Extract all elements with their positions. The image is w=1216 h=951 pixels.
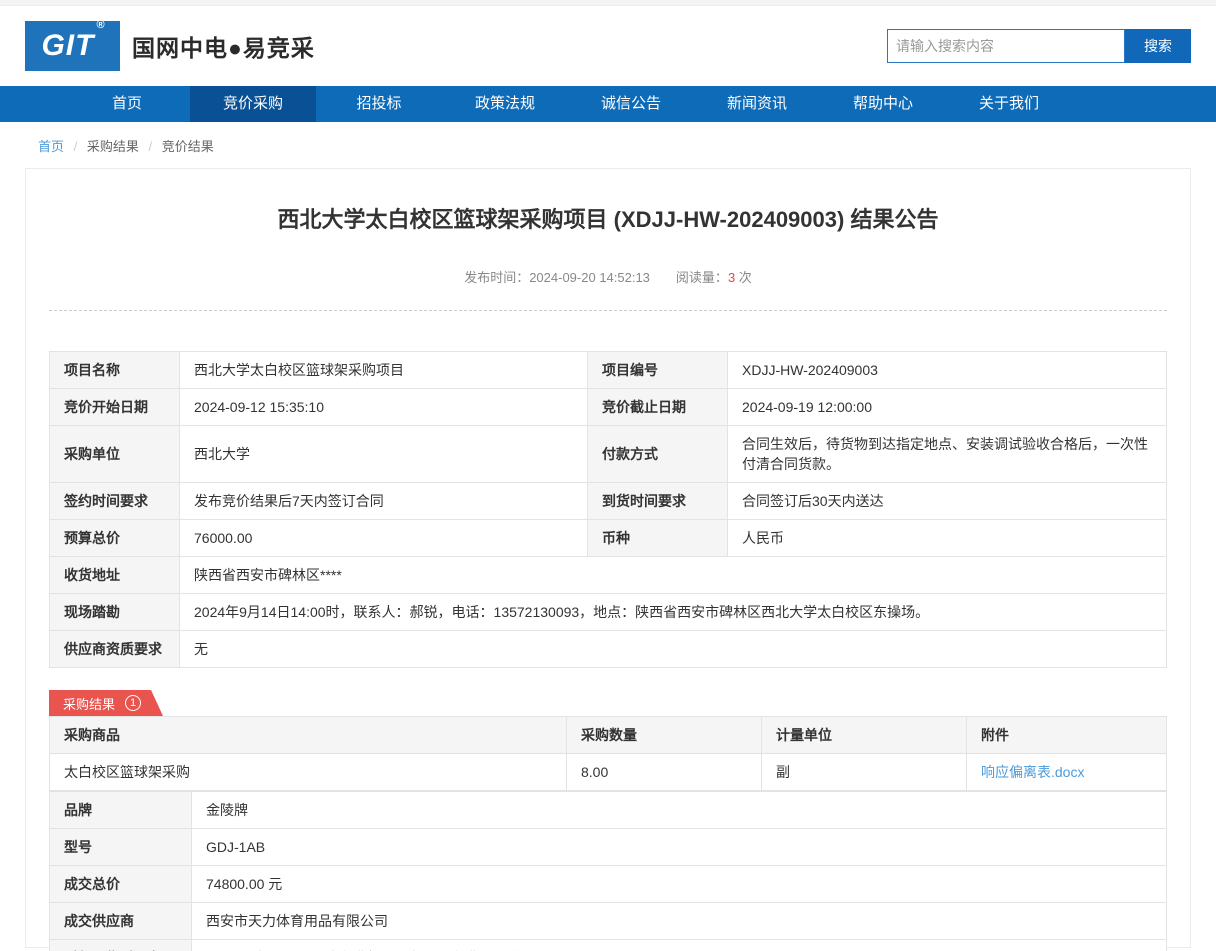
views-label: 阅读量： <box>676 270 728 285</box>
publish-meta: 发布时间：2024-09-20 14:52:13 阅读量：3 次 <box>49 267 1167 286</box>
page-title: 西北大学太白校区篮球架采购项目 (XDJJ-HW-202409003) 结果公告 <box>49 205 1167 235</box>
publish-time-value: 2024-09-20 14:52:13 <box>529 270 650 285</box>
field-label: 竞价截止日期 <box>588 389 728 426</box>
field-label: 供应商资质要求 <box>50 631 180 668</box>
field-value: 2024-09-19 12:00:00 <box>728 389 1167 426</box>
search-button[interactable]: 搜索 <box>1125 29 1191 63</box>
main-nav: 首页 竞价采购 招投标 政策法规 诚信公告 新闻资讯 帮助中心 关于我们 <box>0 86 1216 122</box>
search-input[interactable] <box>887 29 1125 63</box>
nav-item-policies[interactable]: 政策法规 <box>442 86 568 122</box>
field-label: 型号 <box>50 829 192 866</box>
table-row: 收货地址 陕西省西安市碑林区**** <box>50 557 1167 594</box>
goods-name: 太白校区篮球架采购 <box>50 754 567 791</box>
field-value: XDJJ-HW-202409003 <box>728 352 1167 389</box>
breadcrumb: 首页 / 采购结果 / 竞价结果 <box>25 136 1191 155</box>
nav-item-home[interactable]: 首页 <box>64 86 190 122</box>
budget-total-value: 76000.00 <box>180 520 588 557</box>
project-info-table: 项目名称 西北大学太白校区篮球架采购项目 项目编号 XDJJ-HW-202409… <box>49 351 1167 668</box>
field-label: 签约时间要求 <box>50 483 180 520</box>
result-detail-table: 品牌 金陵牌 型号 GDJ-1AB 成交总价 74800.00 元 成交供应商 … <box>49 791 1167 951</box>
announcement-header: 西北大学太白校区篮球架采购项目 (XDJJ-HW-202409003) 结果公告… <box>49 169 1167 311</box>
nav-item-tenders[interactable]: 招投标 <box>316 86 442 122</box>
field-value: 合同签订后30天内送达 <box>728 483 1167 520</box>
table-row: 成交供应商 西安市天力体育用品有限公司 <box>50 903 1167 940</box>
breadcrumb-bidding-results: 竞价结果 <box>162 139 214 154</box>
field-value: 发布竞价结果后7天内签订合同 <box>180 483 588 520</box>
breadcrumb-procurement-results[interactable]: 采购结果 <box>87 139 139 154</box>
field-label: 成交总价 <box>50 866 192 903</box>
field-label: 品牌 <box>50 792 192 829</box>
logo-text: GIT® <box>41 29 103 63</box>
badge-label: 采购结果 <box>63 694 115 713</box>
table-row: 现场踏勘 2024年9月14日14:00时，联系人：郝锐，电话：13572130… <box>50 594 1167 631</box>
field-value: 2024年9月14日14:00时，联系人：郝锐，电话：13572130093，地… <box>180 594 1167 631</box>
table-row: 供应商资质要求 无 <box>50 631 1167 668</box>
field-value: GDJ-1AB <box>192 829 1167 866</box>
attachment-link[interactable]: 响应偏离表.docx <box>981 764 1084 780</box>
badge-count: 1 <box>125 695 141 711</box>
search-bar: 搜索 <box>887 29 1191 63</box>
field-value: 人民币 <box>728 520 1167 557</box>
field-label: 收货地址 <box>50 557 180 594</box>
brand-title: 国网中电●易竞采 <box>132 29 315 63</box>
site-header: GIT® 国网中电●易竞采 搜索 <box>25 6 1191 86</box>
table-row: 竞价开始日期 2024-09-12 15:35:10 竞价截止日期 2024-0… <box>50 389 1167 426</box>
table-row: 项目名称 西北大学太白校区篮球架采购项目 项目编号 XDJJ-HW-202409… <box>50 352 1167 389</box>
field-label: 竞价开始日期 <box>50 389 180 426</box>
field-value: 西北大学太白校区篮球架采购项目 <box>180 352 588 389</box>
goods-quantity: 8.00 <box>567 754 762 791</box>
views-unit: 次 <box>739 270 752 285</box>
table-row: 预算总价 76000.00 币种 人民币 <box>50 520 1167 557</box>
field-label: 到货时间要求 <box>588 483 728 520</box>
field-value: 质保期3年，质保期内免费提供零部件、免费上门维修。 <box>192 940 1167 951</box>
field-label: 采购单位 <box>50 426 180 483</box>
breadcrumb-separator: / <box>74 139 78 154</box>
field-label: 项目编号 <box>588 352 728 389</box>
deal-total-price: 74800.00 元 <box>192 866 1167 903</box>
breadcrumb-separator: / <box>149 139 153 154</box>
breadcrumb-home[interactable]: 首页 <box>38 139 64 154</box>
nav-item-about-us[interactable]: 关于我们 <box>946 86 1072 122</box>
field-label: 预算总价 <box>50 520 180 557</box>
table-row: 签约时间要求 发布竞价结果后7天内签订合同 到货时间要求 合同签订后30天内送达 <box>50 483 1167 520</box>
column-header-unit: 计量单位 <box>762 717 967 754</box>
nav-item-help-center[interactable]: 帮助中心 <box>820 86 946 122</box>
field-value: 无 <box>180 631 1167 668</box>
field-value: 金陵牌 <box>192 792 1167 829</box>
result-table: 采购商品 采购数量 计量单位 附件 太白校区篮球架采购 8.00 副 响应偏离表… <box>49 716 1167 791</box>
field-label: 成交供应商 <box>50 903 192 940</box>
goods-unit: 副 <box>762 754 967 791</box>
field-value: 合同生效后，待货物到达指定地点、安装调试验收合格后，一次性付清合同货款。 <box>728 426 1167 483</box>
registered-mark-icon: ® <box>96 19 105 31</box>
nav-item-news[interactable]: 新闻资讯 <box>694 86 820 122</box>
field-label: 币种 <box>588 520 728 557</box>
field-value: 西北大学 <box>180 426 588 483</box>
announcement-card: 西北大学太白校区篮球架采购项目 (XDJJ-HW-202409003) 结果公告… <box>25 168 1191 948</box>
publish-time-label: 发布时间： <box>464 270 529 285</box>
procurement-result-badge: 采购结果 1 <box>49 690 163 716</box>
column-header-quantity: 采购数量 <box>567 717 762 754</box>
field-value: 西安市天力体育用品有限公司 <box>192 903 1167 940</box>
field-label: 付款方式 <box>588 426 728 483</box>
field-value: 陕西省西安市碑林区**** <box>180 557 1167 594</box>
table-header-row: 采购商品 采购数量 计量单位 附件 <box>50 717 1167 754</box>
table-row: 型号 GDJ-1AB <box>50 829 1167 866</box>
table-row: 太白校区篮球架采购 8.00 副 响应偏离表.docx <box>50 754 1167 791</box>
field-label: 质保及售后服务 <box>50 940 192 951</box>
field-label: 项目名称 <box>50 352 180 389</box>
nav-item-bidding-procurement[interactable]: 竞价采购 <box>190 86 316 122</box>
table-row: 采购单位 西北大学 付款方式 合同生效后，待货物到达指定地点、安装调试验收合格后… <box>50 426 1167 483</box>
table-row: 成交总价 74800.00 元 <box>50 866 1167 903</box>
logo[interactable]: GIT® <box>25 21 120 71</box>
column-header-attachment: 附件 <box>967 717 1167 754</box>
field-value: 2024-09-12 15:35:10 <box>180 389 588 426</box>
column-header-goods: 采购商品 <box>50 717 567 754</box>
table-row: 质保及售后服务 质保期3年，质保期内免费提供零部件、免费上门维修。 <box>50 940 1167 951</box>
table-row: 品牌 金陵牌 <box>50 792 1167 829</box>
views-count: 3 <box>728 270 735 285</box>
field-label: 现场踏勘 <box>50 594 180 631</box>
nav-item-integrity-notices[interactable]: 诚信公告 <box>568 86 694 122</box>
